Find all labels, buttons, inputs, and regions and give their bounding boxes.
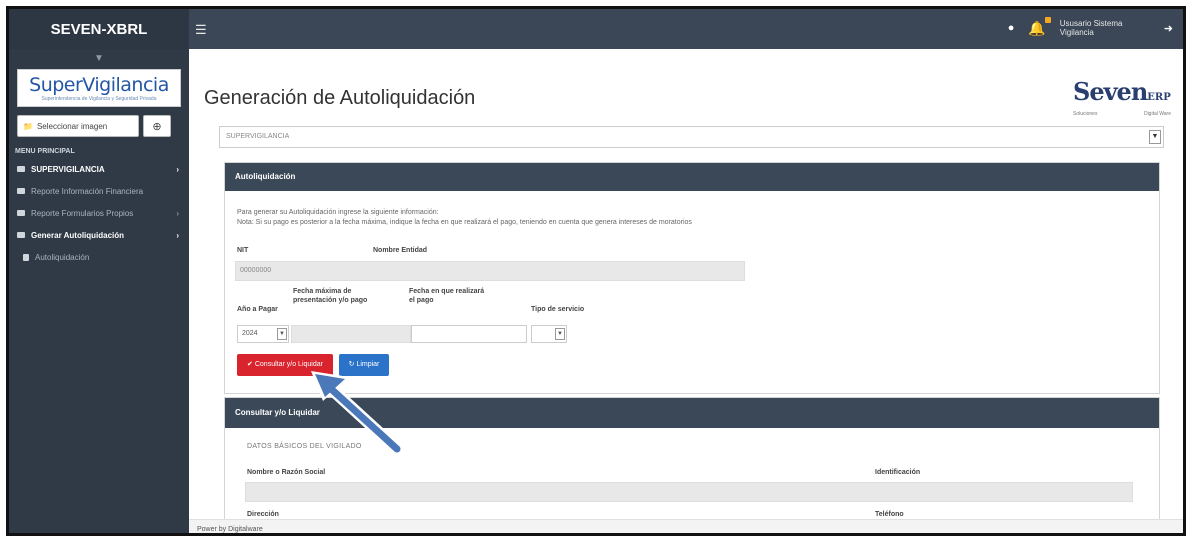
- sidebar-item-own-forms[interactable]: Reporte Formularios Propios ›: [9, 202, 189, 224]
- autoliquidacion-panel: Autoliquidación Para generar su Autoliqu…: [224, 162, 1160, 394]
- consult-panel: Consultar y/o Liquidar DATOS BÁSICOS DEL…: [224, 397, 1160, 533]
- user-name[interactable]: Ususario Sistema Vigilancia: [1060, 19, 1150, 37]
- nit-label: NIT: [237, 247, 249, 254]
- navbar-right: ● 🔔 Ususario Sistema Vigilancia ➜: [1008, 16, 1173, 37]
- folder-icon: [17, 210, 25, 216]
- menu-toggle-icon[interactable]: ☰: [195, 22, 207, 38]
- entity-select[interactable]: SUPERVIGILANCIA ▼: [219, 126, 1164, 148]
- folder-icon: [17, 188, 25, 194]
- top-navbar: SEVEN-XBRL ☰ ● 🔔 Ususario Sistema Vigila…: [9, 9, 1183, 49]
- name-field: [245, 482, 1133, 502]
- file-icon: [23, 253, 29, 261]
- service-type-select[interactable]: ▼: [531, 325, 567, 343]
- pay-date-label: Fecha en que realizará el pago: [409, 288, 485, 304]
- chevron-right-icon: ›: [176, 164, 179, 174]
- name-label: Nombre o Razón Social: [247, 469, 326, 476]
- pay-date-input[interactable]: [411, 325, 527, 343]
- panel-header: Consultar y/o Liquidar: [225, 398, 1159, 428]
- note-text: Nota: Si su pago es posterior a la fecha…: [237, 219, 692, 226]
- page-title: Generación de Autoliquidación: [204, 87, 476, 109]
- max-date-label: Fecha máxima de presentación y/o pago: [293, 288, 368, 304]
- identification-label: Identificación: [875, 469, 921, 476]
- nit-field: 00000000: [235, 261, 745, 281]
- check-icon: ✔: [247, 361, 253, 368]
- notification-icon[interactable]: 🔔: [1028, 16, 1051, 37]
- chevron-right-icon: ›: [176, 230, 179, 240]
- panel-header: Autoliquidación: [225, 163, 1159, 191]
- menu-header: MENU PRINCIPAL: [15, 148, 75, 155]
- info-text: Para generar su Autoliquidación ingrese …: [237, 209, 439, 216]
- chevron-down-icon: ▼: [277, 328, 287, 340]
- app-window: SEVEN-XBRL ☰ ● 🔔 Ususario Sistema Vigila…: [6, 6, 1186, 536]
- folder-icon: 📁: [23, 121, 33, 131]
- address-label: Dirección: [247, 511, 279, 518]
- sidebar-item-generate-autoliq[interactable]: Generar Autoliquidación ›: [9, 224, 189, 246]
- sidebar-item-financial-report[interactable]: Reporte Información Financiera: [9, 180, 189, 202]
- supervigilancia-logo: SuperVigilancia Superintendencia de Vigi…: [17, 69, 181, 107]
- folder-icon: [17, 166, 25, 172]
- consult-liquidate-button[interactable]: ✔ Consultar y/o Liquidar: [237, 354, 333, 376]
- select-image-button[interactable]: 📁 Seleccionar imagen: [17, 115, 139, 137]
- sidebar: ▼ SuperVigilancia Superintendencia de Vi…: [9, 49, 189, 533]
- add-icon[interactable]: ⊕: [143, 115, 171, 137]
- sidebar-item-supervigilancia[interactable]: SUPERVIGILANCIA ›: [9, 158, 189, 180]
- year-select[interactable]: 2024 ▼: [237, 325, 289, 343]
- refresh-icon: ↻: [348, 361, 355, 368]
- max-date-field: [291, 325, 411, 343]
- entity-name-label: Nombre Entidad: [373, 247, 428, 254]
- year-label: Año a Pagar: [237, 306, 278, 313]
- footer: Power by Digitalware: [189, 519, 1183, 533]
- seven-erp-logo: SevenERP Soluciones Digital Ware: [1073, 77, 1171, 117]
- chevron-down-icon: ▼: [1149, 130, 1161, 144]
- service-type-label: Tipo de servicio: [531, 306, 585, 313]
- chevron-down-icon: ▼: [555, 328, 565, 340]
- chevron-right-icon: ›: [176, 208, 179, 218]
- brand-logo: SEVEN-XBRL: [9, 9, 189, 49]
- section-title: DATOS BÁSICOS DEL VIGILADO: [247, 443, 362, 450]
- clear-button[interactable]: ↻ Limpiar: [339, 354, 389, 376]
- folder-icon: [17, 232, 25, 238]
- sidebar-item-autoliq[interactable]: Autoliquidación: [9, 246, 189, 268]
- phone-label: Teléfono: [875, 511, 904, 518]
- logout-icon[interactable]: ➜: [1164, 22, 1173, 35]
- settings-icon[interactable]: ●: [1008, 22, 1015, 34]
- collapse-icon[interactable]: ▼: [9, 49, 189, 69]
- main-content: Generación de Autoliquidación SevenERP S…: [189, 49, 1183, 533]
